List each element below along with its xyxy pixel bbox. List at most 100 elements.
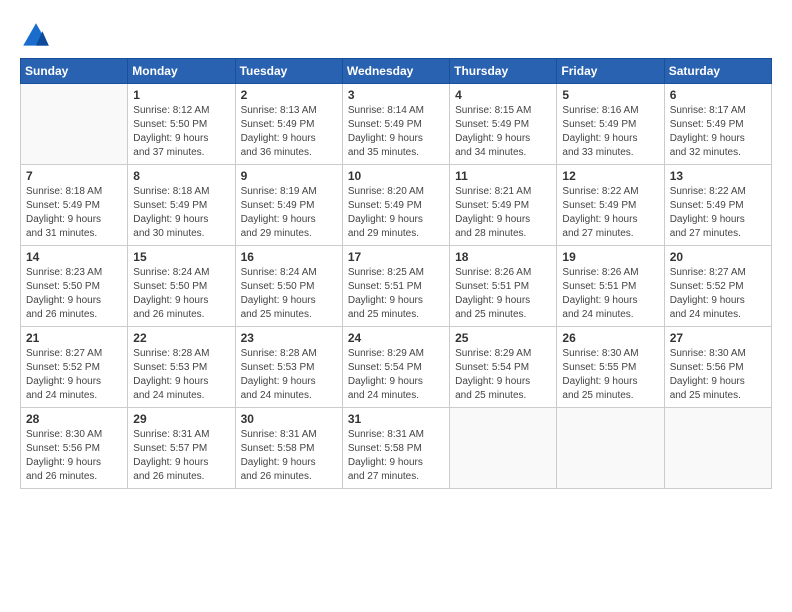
calendar-cell: 16 Sunrise: 8:24 AM Sunset: 5:50 PM Dayli… bbox=[235, 246, 342, 327]
calendar-cell: 1 Sunrise: 8:12 AM Sunset: 5:50 PM Daylig… bbox=[128, 84, 235, 165]
calendar-cell: 4Sunrise: 8:15 AM Sunset: 5:49 PM Daylig… bbox=[450, 84, 557, 165]
day-info: Sunrise: 8:20 AM Sunset: 5:49 PM Dayligh… bbox=[348, 185, 444, 241]
day-number: 8 bbox=[133, 169, 229, 183]
day-info: Sunrise: 8:31 AM Sunset: 5:58 PM Dayligh… bbox=[348, 428, 444, 484]
calendar-cell: 23 Sunrise: 8:28 AM Sunset: 5:53 PM Dayli… bbox=[235, 327, 342, 408]
logo bbox=[20, 20, 56, 52]
day-number: 16 bbox=[241, 250, 337, 264]
calendar-week-row: 21Sunrise: 8:27 AM Sunset: 5:52 PM Dayli… bbox=[21, 327, 772, 408]
day-info: Sunrise: 8:25 AM Sunset: 5:51 PM Dayligh… bbox=[348, 266, 444, 322]
day-info: Sunrise: 8:18 AM Sunset: 5:49 PM Dayligh… bbox=[133, 185, 229, 241]
day-number: 28 bbox=[26, 412, 122, 426]
calendar-cell: 18 Sunrise: 8:26 AM Sunset: 5:51 PM Dayli… bbox=[450, 246, 557, 327]
day-info: Sunrise: 8:22 AM Sunset: 5:49 PM Dayligh… bbox=[670, 185, 766, 241]
calendar-cell: 14 Sunrise: 8:23 AM Sunset: 5:50 PM Dayli… bbox=[21, 246, 128, 327]
calendar-table: SundayMondayTuesdayWednesdayThursdayFrid… bbox=[20, 58, 772, 489]
calendar-cell: 29 Sunrise: 8:31 AM Sunset: 5:57 PM Dayli… bbox=[128, 408, 235, 489]
calendar-day-header: Sunday bbox=[21, 59, 128, 84]
day-number: 2 bbox=[241, 88, 337, 102]
calendar-cell: 25 Sunrise: 8:29 AM Sunset: 5:54 PM Dayli… bbox=[450, 327, 557, 408]
calendar-cell: 3 Sunrise: 8:14 AM Sunset: 5:49 PM Daylig… bbox=[342, 84, 449, 165]
day-number: 3 bbox=[348, 88, 444, 102]
calendar-cell: 31 Sunrise: 8:31 AM Sunset: 5:58 PM Dayli… bbox=[342, 408, 449, 489]
calendar-cell: 24 Sunrise: 8:29 AM Sunset: 5:54 PM Dayli… bbox=[342, 327, 449, 408]
calendar-day-header: Saturday bbox=[664, 59, 771, 84]
day-info: Sunrise: 8:16 AM Sunset: 5:49 PM Dayligh… bbox=[562, 104, 658, 160]
day-number: 15 bbox=[133, 250, 229, 264]
day-info: Sunrise: 8:30 AM Sunset: 5:56 PM Dayligh… bbox=[670, 347, 766, 403]
day-info: Sunrise: 8:14 AM Sunset: 5:49 PM Dayligh… bbox=[348, 104, 444, 160]
day-info: Sunrise: 8:24 AM Sunset: 5:50 PM Dayligh… bbox=[133, 266, 229, 322]
day-info: Sunrise: 8:29 AM Sunset: 5:54 PM Dayligh… bbox=[455, 347, 551, 403]
logo-icon bbox=[20, 20, 52, 52]
calendar-cell: 30 Sunrise: 8:31 AM Sunset: 5:58 PM Dayli… bbox=[235, 408, 342, 489]
day-number: 12 bbox=[562, 169, 658, 183]
day-number: 30 bbox=[241, 412, 337, 426]
calendar-cell: 8 Sunrise: 8:18 AM Sunset: 5:49 PM Daylig… bbox=[128, 165, 235, 246]
calendar-cell: 5 Sunrise: 8:16 AM Sunset: 5:49 PM Daylig… bbox=[557, 84, 664, 165]
day-number: 9 bbox=[241, 169, 337, 183]
day-info: Sunrise: 8:28 AM Sunset: 5:53 PM Dayligh… bbox=[133, 347, 229, 403]
day-number: 19 bbox=[562, 250, 658, 264]
calendar-header-row: SundayMondayTuesdayWednesdayThursdayFrid… bbox=[21, 59, 772, 84]
day-info: Sunrise: 8:22 AM Sunset: 5:49 PM Dayligh… bbox=[562, 185, 658, 241]
calendar-cell: 9 Sunrise: 8:19 AM Sunset: 5:49 PM Daylig… bbox=[235, 165, 342, 246]
day-number: 1 bbox=[133, 88, 229, 102]
calendar-cell: 22 Sunrise: 8:28 AM Sunset: 5:53 PM Dayli… bbox=[128, 327, 235, 408]
day-number: 10 bbox=[348, 169, 444, 183]
day-number: 11 bbox=[455, 169, 551, 183]
calendar-cell: 11Sunrise: 8:21 AM Sunset: 5:49 PM Dayli… bbox=[450, 165, 557, 246]
day-info: Sunrise: 8:15 AM Sunset: 5:49 PM Dayligh… bbox=[455, 104, 551, 160]
calendar-cell: 12 Sunrise: 8:22 AM Sunset: 5:49 PM Dayli… bbox=[557, 165, 664, 246]
day-info: Sunrise: 8:24 AM Sunset: 5:50 PM Dayligh… bbox=[241, 266, 337, 322]
day-number: 24 bbox=[348, 331, 444, 345]
calendar-week-row: 7 Sunrise: 8:18 AM Sunset: 5:49 PM Daylig… bbox=[21, 165, 772, 246]
day-info: Sunrise: 8:26 AM Sunset: 5:51 PM Dayligh… bbox=[562, 266, 658, 322]
calendar-week-row: 14 Sunrise: 8:23 AM Sunset: 5:50 PM Dayli… bbox=[21, 246, 772, 327]
day-number: 7 bbox=[26, 169, 122, 183]
day-info: Sunrise: 8:28 AM Sunset: 5:53 PM Dayligh… bbox=[241, 347, 337, 403]
calendar-cell bbox=[557, 408, 664, 489]
calendar-day-header: Monday bbox=[128, 59, 235, 84]
day-number: 25 bbox=[455, 331, 551, 345]
calendar-cell bbox=[450, 408, 557, 489]
day-number: 23 bbox=[241, 331, 337, 345]
calendar-day-header: Friday bbox=[557, 59, 664, 84]
day-number: 29 bbox=[133, 412, 229, 426]
calendar-cell: 10 Sunrise: 8:20 AM Sunset: 5:49 PM Dayli… bbox=[342, 165, 449, 246]
day-number: 26 bbox=[562, 331, 658, 345]
day-number: 22 bbox=[133, 331, 229, 345]
day-info: Sunrise: 8:26 AM Sunset: 5:51 PM Dayligh… bbox=[455, 266, 551, 322]
calendar-cell: 21Sunrise: 8:27 AM Sunset: 5:52 PM Dayli… bbox=[21, 327, 128, 408]
day-info: Sunrise: 8:17 AM Sunset: 5:49 PM Dayligh… bbox=[670, 104, 766, 160]
day-info: Sunrise: 8:13 AM Sunset: 5:49 PM Dayligh… bbox=[241, 104, 337, 160]
day-number: 20 bbox=[670, 250, 766, 264]
day-number: 17 bbox=[348, 250, 444, 264]
day-number: 31 bbox=[348, 412, 444, 426]
day-number: 5 bbox=[562, 88, 658, 102]
calendar-cell: 13 Sunrise: 8:22 AM Sunset: 5:49 PM Dayli… bbox=[664, 165, 771, 246]
day-info: Sunrise: 8:19 AM Sunset: 5:49 PM Dayligh… bbox=[241, 185, 337, 241]
header bbox=[20, 20, 772, 52]
day-info: Sunrise: 8:27 AM Sunset: 5:52 PM Dayligh… bbox=[670, 266, 766, 322]
calendar-day-header: Tuesday bbox=[235, 59, 342, 84]
calendar-week-row: 28 Sunrise: 8:30 AM Sunset: 5:56 PM Dayli… bbox=[21, 408, 772, 489]
calendar-cell: 15 Sunrise: 8:24 AM Sunset: 5:50 PM Dayli… bbox=[128, 246, 235, 327]
day-number: 21 bbox=[26, 331, 122, 345]
calendar-cell: 7 Sunrise: 8:18 AM Sunset: 5:49 PM Daylig… bbox=[21, 165, 128, 246]
calendar-cell: 17 Sunrise: 8:25 AM Sunset: 5:51 PM Dayli… bbox=[342, 246, 449, 327]
day-number: 13 bbox=[670, 169, 766, 183]
day-info: Sunrise: 8:29 AM Sunset: 5:54 PM Dayligh… bbox=[348, 347, 444, 403]
calendar-cell: 28 Sunrise: 8:30 AM Sunset: 5:56 PM Dayli… bbox=[21, 408, 128, 489]
day-info: Sunrise: 8:31 AM Sunset: 5:58 PM Dayligh… bbox=[241, 428, 337, 484]
page-container: SundayMondayTuesdayWednesdayThursdayFrid… bbox=[20, 20, 772, 489]
day-info: Sunrise: 8:31 AM Sunset: 5:57 PM Dayligh… bbox=[133, 428, 229, 484]
day-info: Sunrise: 8:18 AM Sunset: 5:49 PM Dayligh… bbox=[26, 185, 122, 241]
calendar-cell: 26Sunrise: 8:30 AM Sunset: 5:55 PM Dayli… bbox=[557, 327, 664, 408]
day-number: 6 bbox=[670, 88, 766, 102]
day-number: 14 bbox=[26, 250, 122, 264]
day-info: Sunrise: 8:30 AM Sunset: 5:56 PM Dayligh… bbox=[26, 428, 122, 484]
day-info: Sunrise: 8:12 AM Sunset: 5:50 PM Dayligh… bbox=[133, 104, 229, 160]
day-number: 18 bbox=[455, 250, 551, 264]
day-info: Sunrise: 8:23 AM Sunset: 5:50 PM Dayligh… bbox=[26, 266, 122, 322]
